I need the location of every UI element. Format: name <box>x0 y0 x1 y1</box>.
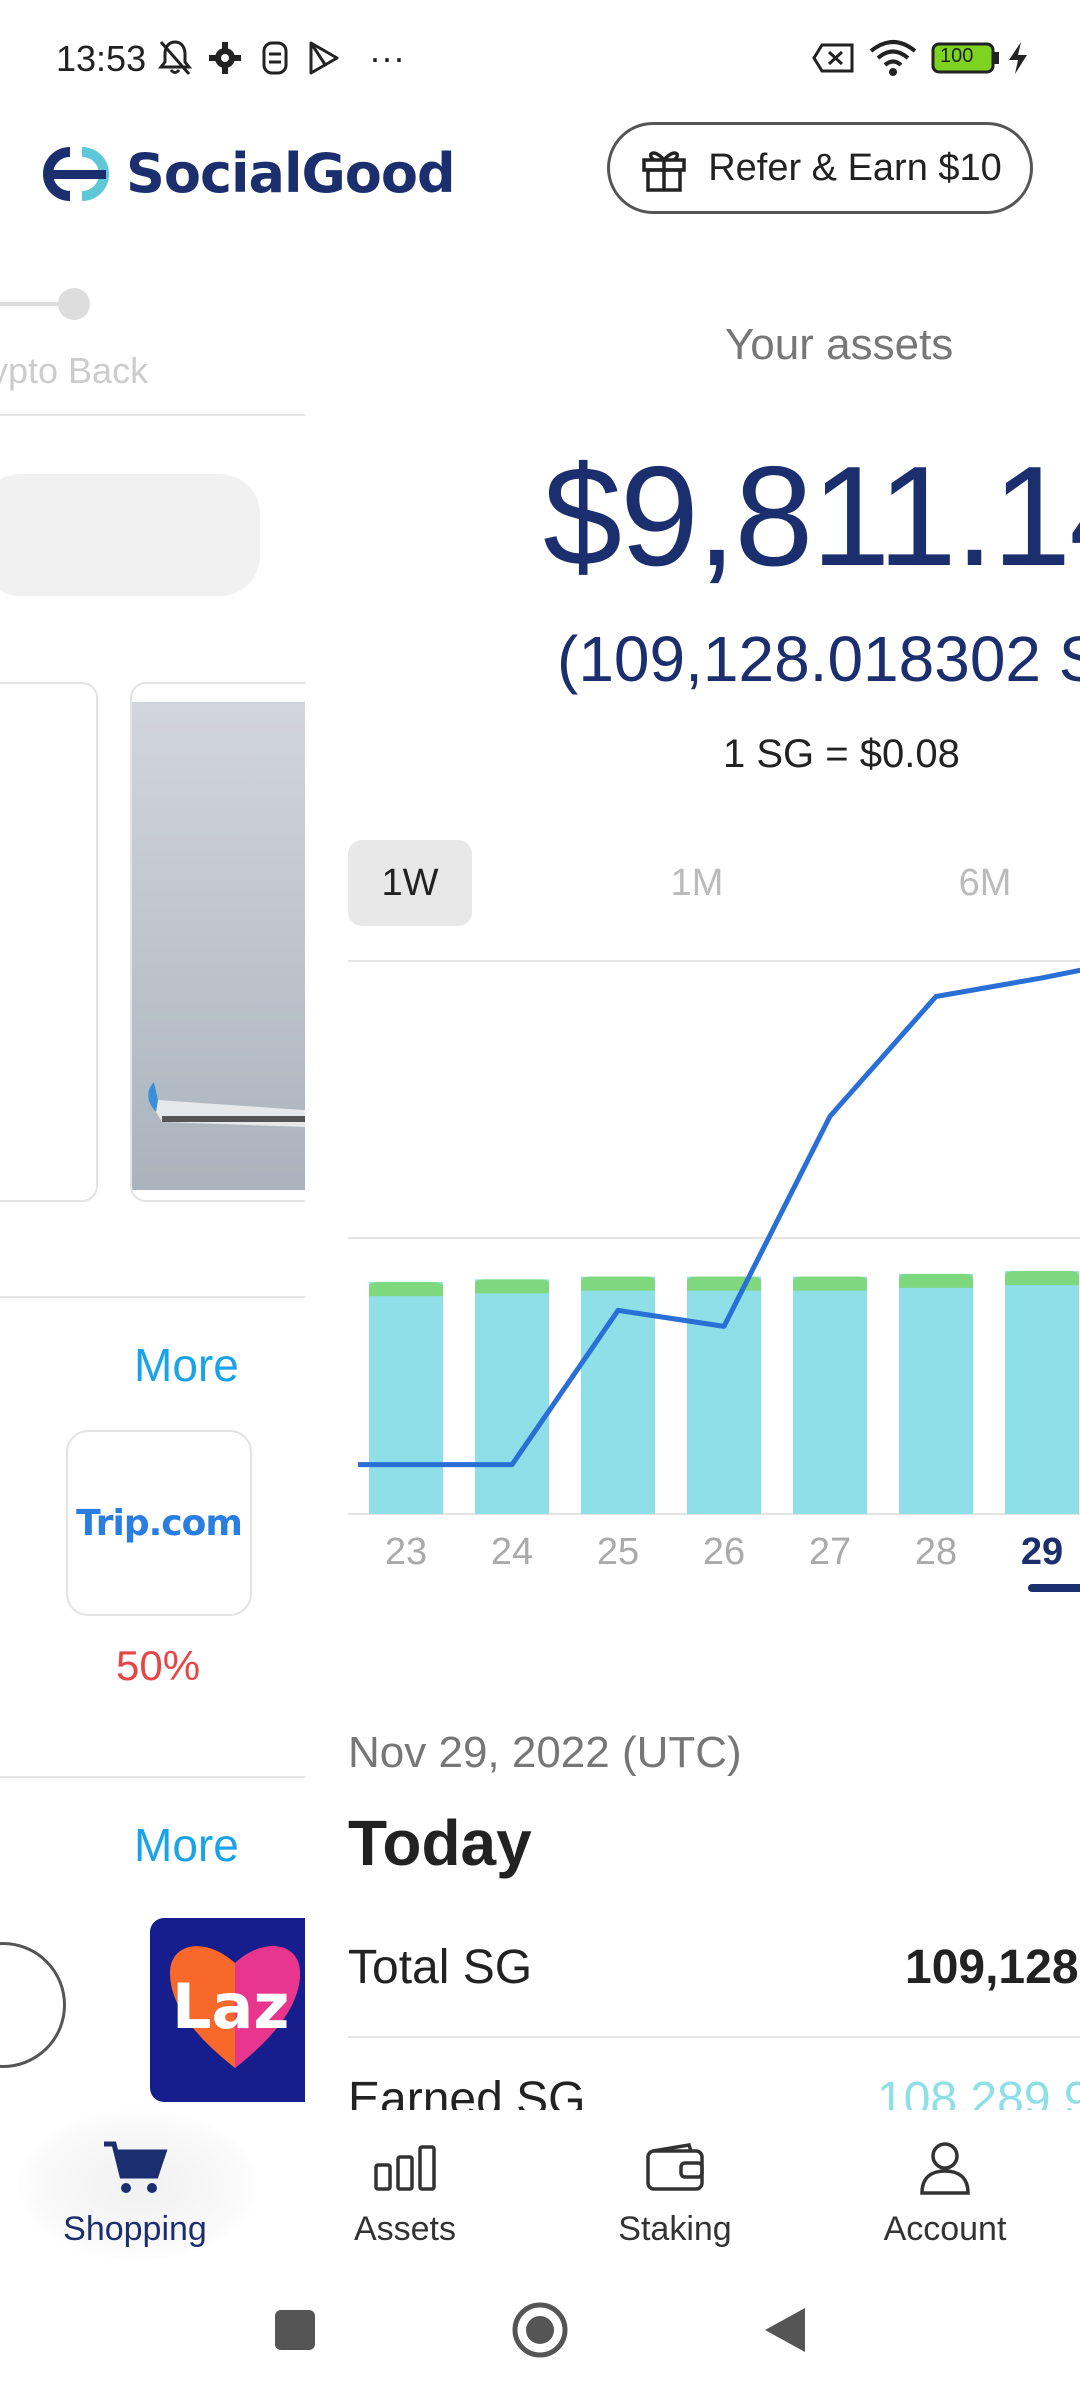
nav-label: Assets <box>353 2210 457 2248</box>
system-navigation-bar <box>0 2260 1080 2400</box>
chart-bar-cap <box>475 1279 549 1294</box>
chart-bar <box>475 1279 549 1514</box>
recents-button[interactable] <box>255 2290 335 2370</box>
today-heading: Today <box>348 1807 532 1879</box>
shopping-panel-peek: ypto Back More Trip.com 50% More Laz <box>0 240 305 2110</box>
lazada-text: Laz <box>172 1970 290 2043</box>
assets-usd-value: $9,811.14 <box>543 437 1080 596</box>
chart-bar <box>793 1276 867 1514</box>
more-link[interactable]: More <box>134 1818 239 1872</box>
back-button[interactable] <box>745 2290 825 2370</box>
assets-panel: Your assets $9,811.14 (109,128.018302 SG… <box>305 240 1080 2110</box>
more-icon: ··· <box>369 37 405 78</box>
mute-icon <box>155 36 195 80</box>
chart-bar <box>899 1273 973 1514</box>
chart-bar <box>687 1276 761 1514</box>
chart-bar <box>1005 1271 1079 1514</box>
bar-chart-icon <box>374 2138 436 2198</box>
chart-x-tick: 29 <box>1021 1531 1063 1573</box>
status-time: 13:53 <box>56 38 147 79</box>
travel-offer-card[interactable] <box>130 682 305 1202</box>
merchant-logo-peek[interactable] <box>0 1942 66 2068</box>
logo-text: SocialGood <box>126 142 456 205</box>
chart-x-tick: 25 <box>597 1531 639 1573</box>
app-header: SocialGood Refer & Earn $10 <box>0 120 1080 240</box>
nav-label: Staking <box>618 2210 732 2248</box>
person-icon <box>919 2138 971 2198</box>
exchange-rate: 1 SG = $0.08 <box>723 732 960 776</box>
divider <box>0 414 305 416</box>
more-link[interactable]: More <box>134 1338 239 1392</box>
app-icon <box>255 36 295 80</box>
back-triangle-icon <box>765 2308 805 2352</box>
play-icon <box>303 36 343 80</box>
nav-label: Shopping <box>63 2210 207 2248</box>
earned-sg-label: Earned SG <box>348 2073 586 2110</box>
chart-bar-cap <box>1005 1271 1079 1286</box>
nav-shopping[interactable]: Shopping <box>0 2110 270 2260</box>
chart-x-tick: 27 <box>809 1531 851 1573</box>
chart-bar-cap <box>899 1273 973 1288</box>
chart-bar-cap <box>793 1276 867 1291</box>
chart-bar-cap <box>369 1282 443 1297</box>
offer-card[interactable] <box>0 682 98 1202</box>
gift-icon <box>642 151 686 192</box>
trip-com-text: Trip.com <box>76 1502 243 1544</box>
divider <box>0 1776 305 1778</box>
range-tab-1w[interactable]: 1W <box>348 840 472 926</box>
chart-x-tick: 26 <box>703 1531 745 1573</box>
cart-icon <box>102 2138 168 2198</box>
assets-sg-value: (109,128.018302 SG) <box>557 623 1080 695</box>
nav-account[interactable]: Account <box>810 2110 1080 2260</box>
earned-sg-value: 108,289.9 <box>877 2073 1080 2110</box>
settings-icon <box>205 36 245 80</box>
nav-staking[interactable]: Staking <box>540 2110 810 2260</box>
airplane-image <box>132 702 305 1190</box>
nav-label: Account <box>883 2210 1007 2248</box>
total-sg-label: Total SG <box>348 1941 533 1994</box>
range-tab-6m[interactable]: 6M <box>923 840 1047 926</box>
home-button[interactable] <box>500 2290 580 2370</box>
chart-bar-cap <box>581 1276 655 1291</box>
divider <box>0 1296 305 1298</box>
cashback-percent: 50% <box>116 1642 201 1689</box>
chart-x-tick: 23 <box>385 1531 427 1573</box>
chart-x-tick: 24 <box>491 1531 533 1573</box>
refer-earn-button[interactable]: Refer & Earn $10 <box>607 122 1033 214</box>
lazada-logo[interactable]: Laz <box>150 1918 305 2102</box>
home-circle-icon <box>512 2302 568 2358</box>
chart-x-tick: 28 <box>915 1531 957 1573</box>
row-divider <box>348 2036 1080 2038</box>
selected-day-indicator <box>1028 1584 1080 1592</box>
battery-icon: 100 <box>930 36 1002 80</box>
chart-bar <box>369 1282 443 1514</box>
battery-level: 100 <box>940 45 974 67</box>
refer-earn-label: Refer & Earn $10 <box>708 146 1002 189</box>
crypto-back-label: ypto Back <box>0 350 149 391</box>
selected-date: Nov 29, 2022 (UTC) <box>348 1728 742 1777</box>
trip-com-logo[interactable]: Trip.com <box>66 1430 252 1616</box>
your-assets-label: Your assets <box>725 320 954 369</box>
socialgood-logo[interactable]: SocialGood <box>40 142 456 205</box>
socialgood-logo-icon <box>43 146 109 201</box>
range-tab-1m[interactable]: 1M <box>635 840 759 926</box>
nav-assets[interactable]: Assets <box>270 2110 540 2260</box>
total-sg-value: 109,128 <box>905 1941 1079 1994</box>
wallet-icon <box>645 2138 705 2198</box>
asset-chart[interactable]: 23 24 25 26 27 28 29 <box>348 962 1080 1642</box>
bottom-navigation: Shopping Assets Staking Account <box>0 2110 1080 2260</box>
wifi-icon <box>868 36 918 80</box>
slider-handle[interactable] <box>58 288 90 320</box>
charging-icon <box>1004 36 1032 80</box>
square-icon <box>275 2310 315 2350</box>
no-sim-icon <box>810 36 858 80</box>
search-bar-peek[interactable] <box>0 474 260 596</box>
status-bar: 13:53 ··· 100 <box>0 0 1080 120</box>
